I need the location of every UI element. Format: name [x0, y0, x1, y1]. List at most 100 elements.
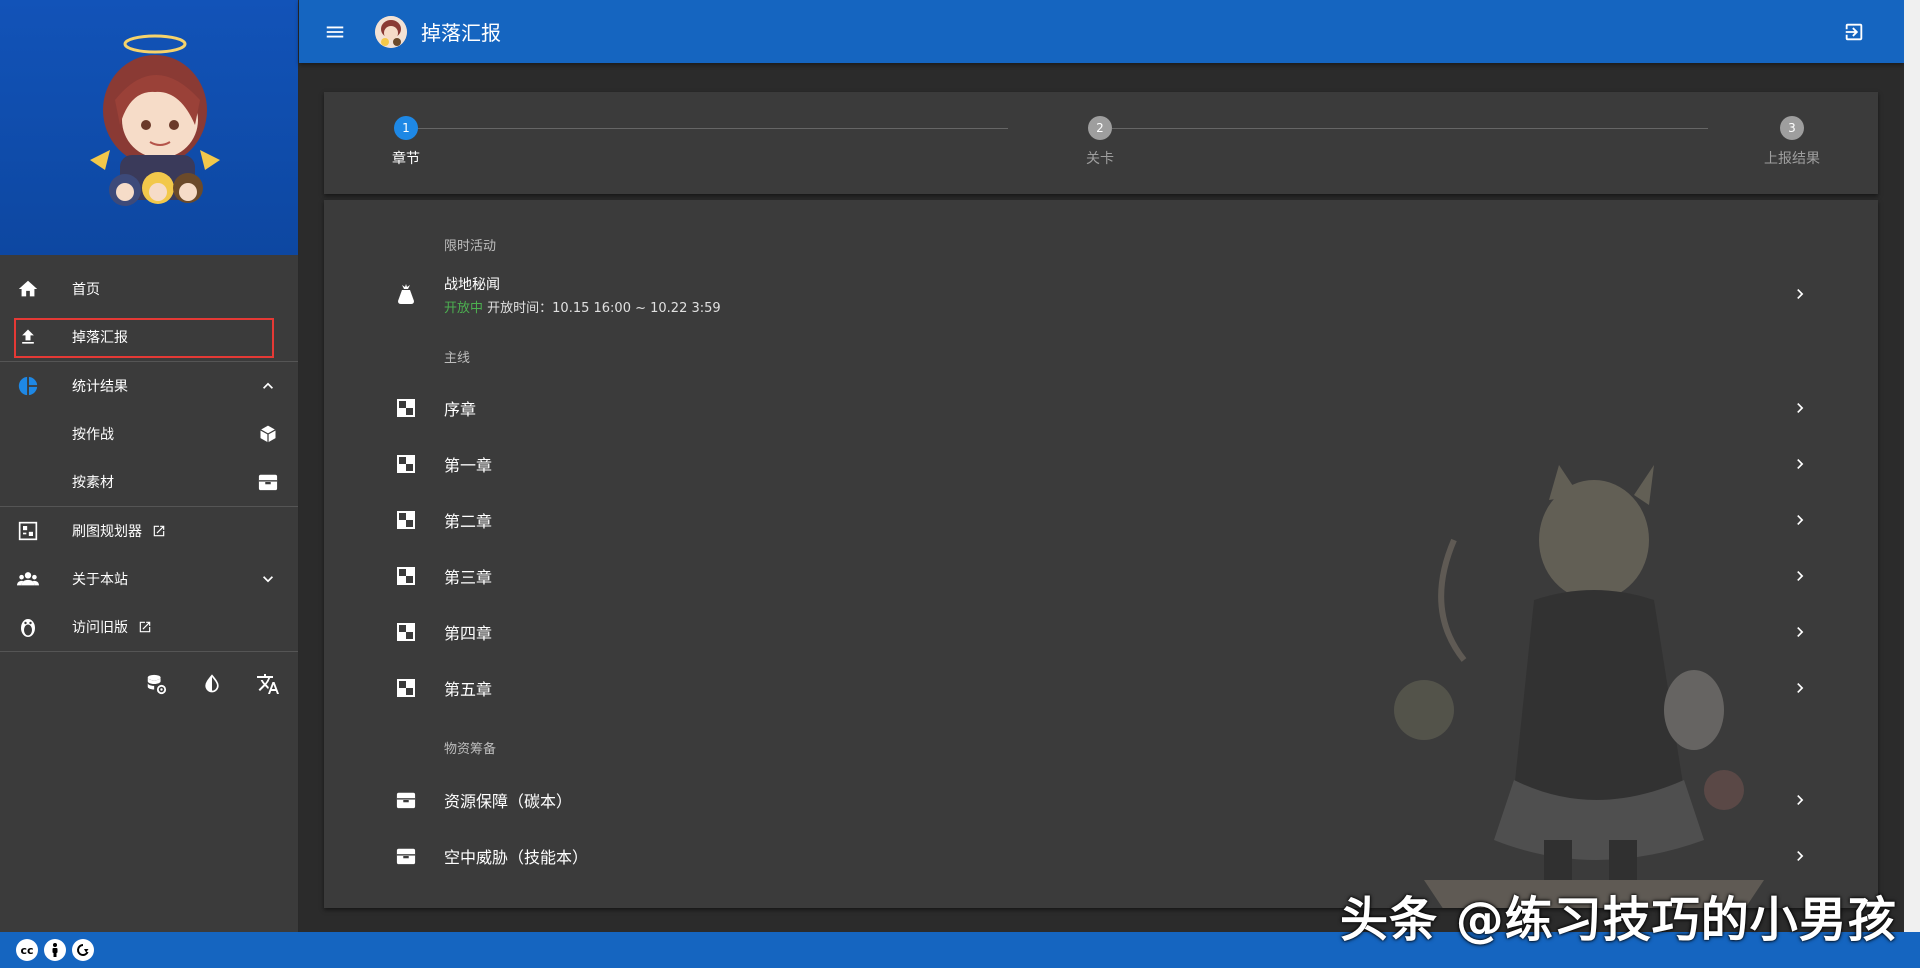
pie-chart-icon	[16, 374, 40, 398]
list-item-title: 第五章	[444, 680, 493, 699]
list-item-chapter[interactable]: 第三章	[324, 550, 1878, 602]
open-status-badge: 开放中	[444, 301, 484, 316]
list-item-title: 第三章	[444, 568, 493, 587]
list-item-chapter[interactable]: 第五章	[324, 662, 1878, 714]
bag-icon	[394, 282, 418, 306]
translate-icon	[257, 674, 279, 694]
chapter-icon	[394, 396, 418, 420]
sidebar-item-label: 按作战	[72, 427, 114, 443]
step-label: 上报结果	[1764, 151, 1820, 167]
sidebar-item-legacy[interactable]: 访问旧版	[0, 603, 298, 651]
list-item-title: 空中威胁（技能本）	[444, 848, 589, 867]
step-chapter[interactable]: 1 章节	[392, 116, 420, 168]
logout-icon	[1845, 23, 1863, 41]
app-logo-avatar	[375, 15, 407, 48]
step-number: 2	[1088, 116, 1112, 140]
section-subheader: 主线	[444, 351, 471, 366]
chevron-down-icon	[256, 567, 280, 591]
sidebar-item-by-item[interactable]: 按素材	[0, 458, 298, 506]
chapter-icon	[394, 564, 418, 588]
home-icon	[16, 277, 40, 301]
sidebar-item-label: 掉落汇报	[72, 330, 128, 346]
chapter-icon	[394, 508, 418, 532]
logout-button[interactable]	[1834, 12, 1874, 52]
drawer-header-artwork	[0, 0, 298, 255]
step-number: 3	[1780, 116, 1804, 140]
attribution-icon	[44, 939, 66, 961]
step-result[interactable]: 3 上报结果	[1764, 116, 1820, 168]
drawer-toolbar	[0, 652, 298, 716]
step-stage[interactable]: 2 关卡	[1086, 116, 1114, 168]
open-time: 开放时间：10.15 16:00 ~ 10.22 3:59	[487, 301, 721, 316]
sidebar-item-label: 访问旧版	[72, 620, 128, 636]
external-link-icon	[138, 620, 152, 634]
theme-toggle-button[interactable]	[192, 664, 232, 704]
cc-icon: cc	[16, 939, 38, 961]
chevron-right-icon	[1788, 564, 1812, 588]
chevron-right-icon	[1788, 788, 1812, 812]
list-item-chapter[interactable]: 第二章	[324, 494, 1878, 546]
page-scrollbar[interactable]	[1904, 0, 1920, 932]
sidebar-item-label: 按素材	[72, 475, 114, 491]
chevron-right-icon	[1788, 282, 1812, 306]
list-item-chapter[interactable]: 第四章	[324, 606, 1878, 658]
menu-button[interactable]	[311, 8, 359, 56]
event-open-status: 开放中 开放时间：10.15 16:00 ~ 10.22 3:59	[444, 297, 721, 316]
chevron-right-icon	[1788, 452, 1812, 476]
list-item-event[interactable]: 战地秘闻 开放中 开放时间：10.15 16:00 ~ 10.22 3:59	[324, 266, 1878, 322]
language-button[interactable]	[248, 664, 288, 704]
chevron-up-icon	[256, 374, 280, 398]
sidebar-item-home[interactable]: 首页	[0, 265, 298, 313]
sidebar-item-label: 统计结果	[72, 379, 128, 395]
step-label: 章节	[392, 151, 420, 167]
list-item-title: 第一章	[444, 456, 493, 475]
sidebar-item-label: 刷图规划器	[72, 524, 142, 540]
sidebar-item-statistics[interactable]: 统计结果	[0, 362, 298, 410]
report-stepper: 1 章节 2 关卡 3 上报结果	[324, 92, 1878, 194]
supply-icon	[394, 844, 418, 868]
navigation-drawer: 首页 掉落汇报 统计结果 按作战 按素材 刷图规划器 关于本站 访问旧版	[0, 0, 299, 932]
hamburger-menu-icon	[326, 26, 344, 37]
chevron-right-icon	[1788, 396, 1812, 420]
sidebar-item-planner[interactable]: 刷图规划器	[0, 507, 298, 555]
data-source-button[interactable]	[136, 664, 176, 704]
external-link-icon	[152, 524, 166, 538]
step-label: 关卡	[1086, 151, 1114, 167]
watermark-text: 头条 @练习技巧的小男孩	[1340, 892, 1897, 948]
sidebar-item-label: 首页	[72, 282, 100, 298]
database-settings-icon	[147, 674, 167, 695]
cube-icon	[256, 422, 280, 446]
list-item-title: 序章	[444, 400, 477, 419]
sidebar-item-about[interactable]: 关于本站	[0, 555, 298, 603]
top-app-bar: 掉落汇报	[299, 0, 1904, 63]
selection-highlight-box	[14, 318, 274, 358]
list-item-chapter[interactable]: 第一章	[324, 438, 1878, 490]
planner-icon	[16, 519, 40, 543]
sidebar-item-report[interactable]: 掉落汇报	[0, 313, 298, 361]
share-alike-icon	[72, 939, 94, 961]
chevron-right-icon	[1788, 676, 1812, 700]
chapter-icon	[394, 620, 418, 644]
section-subheader: 限时活动	[444, 239, 497, 254]
step-number: 1	[394, 116, 418, 140]
list-item-supply[interactable]: 空中威胁（技能本）	[324, 830, 1878, 882]
chevron-right-icon	[1788, 844, 1812, 868]
step-connector	[1112, 128, 1708, 129]
section-subheader: 物资筹备	[444, 742, 497, 757]
mascot-illustration	[90, 34, 220, 206]
upload-icon	[16, 325, 40, 349]
archive-icon	[256, 470, 280, 494]
list-item-title: 第二章	[444, 512, 493, 531]
page-title: 掉落汇报	[421, 21, 501, 45]
chapter-icon	[394, 676, 418, 700]
chevron-right-icon	[1788, 508, 1812, 532]
list-item-title: 第四章	[444, 624, 493, 643]
supply-icon	[394, 788, 418, 812]
chapter-icon	[394, 452, 418, 476]
list-item-supply[interactable]: 资源保障（碳本）	[324, 774, 1878, 826]
list-item-chapter[interactable]: 序章	[324, 382, 1878, 434]
chapter-list: 限时活动 战地秘闻 开放中 开放时间：10.15 16:00 ~ 10.22 3…	[324, 200, 1878, 908]
step-connector	[412, 128, 1008, 129]
sidebar-item-by-stage[interactable]: 按作战	[0, 410, 298, 458]
contrast-drop-icon	[205, 674, 219, 693]
